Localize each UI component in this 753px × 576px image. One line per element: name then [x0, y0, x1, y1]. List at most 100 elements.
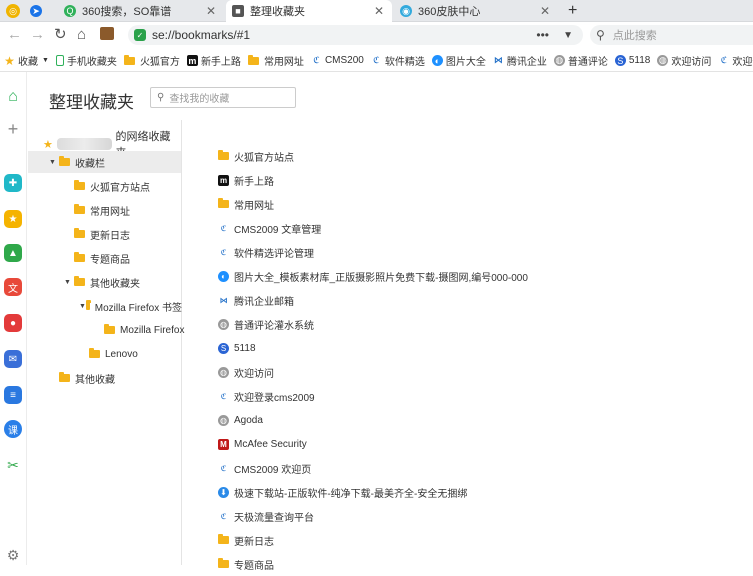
app-cross-icon[interactable]: ✚	[4, 174, 22, 192]
notes-icon[interactable]: ≡	[4, 386, 22, 404]
tree-node-favorites-bar[interactable]: ▼ 收藏栏	[28, 151, 181, 173]
bookmark-item[interactable]: 手机收藏夹	[55, 53, 117, 68]
translate-icon[interactable]: 文	[4, 278, 22, 296]
bookmark-item[interactable]: ◐ 图片大全	[431, 53, 486, 68]
side-panel: ⌂ + ✚ ★ ▲ 文 ● ✉ ≡ 课 ✂ ⚙	[0, 72, 27, 565]
chevron-down-icon[interactable]: ▼	[563, 30, 573, 41]
reload-icon[interactable]: ↻	[54, 26, 67, 44]
search-box[interactable]: ⚲ 点此搜索	[590, 25, 753, 45]
bookmark-item[interactable]: ℭ CMS200	[311, 55, 364, 66]
add-icon[interactable]: +	[4, 119, 22, 139]
expand-arrow-icon[interactable]: ▼	[64, 279, 74, 286]
tab-browser[interactable]: ◎ ➤	[0, 0, 52, 22]
tree-node[interactable]: 专题商品	[74, 247, 130, 269]
tree-node[interactable]: 其他收藏	[59, 367, 115, 389]
more-icon[interactable]: •••	[536, 28, 549, 42]
tree-node[interactable]: Lenovo	[89, 343, 138, 365]
tree-node-other-favorites[interactable]: ▼ 其他收藏夹	[64, 271, 140, 293]
list-item[interactable]: ⋈ 腾讯企业邮箱	[218, 288, 295, 312]
bookmark-item[interactable]: ◍ 普通评论	[553, 53, 608, 68]
bookmark-label: CMS200	[324, 55, 364, 66]
list-item[interactable]: ℭ 软件精选评论管理	[218, 240, 314, 264]
bookmark-item[interactable]: ℭ 欢迎登录	[718, 53, 753, 68]
list-item-label: 欢迎登录cms2009	[234, 392, 315, 404]
address-url[interactable]: se://bookmarks/#1	[152, 28, 250, 42]
bookmarks-bar: ★ 收藏 ▼ 手机收藏夹 火狐官方 m 新手上路 常用网址 ℭ CMS200 ℭ…	[0, 50, 753, 72]
tree-node[interactable]: 火狐官方站点	[74, 175, 150, 197]
list-item-label: 天极流量查询平台	[234, 512, 314, 524]
globe-icon: ◍	[657, 55, 669, 66]
list-item[interactable]: ◐ 图片大全_模板素材库_正版摄影照片免费下载-摄图网,编号000-000	[218, 264, 528, 288]
home-icon[interactable]: ⌂	[77, 26, 86, 44]
list-item[interactable]: ℭ 天极流量查询平台	[218, 504, 314, 528]
list-item[interactable]: 专题商品	[218, 552, 274, 576]
folder-icon	[59, 372, 70, 382]
globe-icon: ◍	[553, 55, 565, 66]
list-item-label: McAfee Security	[234, 438, 307, 450]
tree-node[interactable]: 更新日志	[74, 223, 130, 245]
tree-node[interactable]: 常用网址	[74, 199, 130, 221]
expand-arrow-icon[interactable]: ▼	[79, 303, 86, 310]
new-tab-button[interactable]: +	[562, 0, 582, 22]
record-icon[interactable]: ●	[4, 314, 22, 332]
list-item[interactable]: ◍ Agoda	[218, 408, 263, 432]
tab-360search[interactable]: Q 360搜索，SO靠谱 ✕	[58, 0, 224, 22]
list-item[interactable]: ◍ 普通评论灌水系统	[218, 312, 314, 336]
list-item[interactable]: ℭ CMS2009 文章管理	[218, 216, 322, 240]
back-icon[interactable]: ←	[7, 26, 22, 44]
bookmark-item[interactable]: ◍ 欢迎访问	[657, 53, 711, 68]
list-item-label: 新手上路	[234, 176, 274, 188]
cms-icon: ℭ	[220, 391, 227, 401]
tab-label: 360搜索，SO靠谱	[82, 6, 172, 18]
list-item[interactable]: 火狐官方站点	[218, 144, 294, 168]
cms-icon: ℭ	[720, 55, 728, 65]
bookmark-item[interactable]: ℭ 软件精选	[371, 53, 425, 68]
list-item[interactable]: ⬇ 极速下载站-正版软件-纯净下载-最美齐全-安全无捆绑	[218, 480, 467, 504]
expand-arrow-icon[interactable]: ▼	[49, 159, 59, 166]
bookmark-item[interactable]: ★ 收藏 ▼	[4, 53, 49, 69]
tab-skin[interactable]: ◉ 360皮肤中心 ✕	[394, 0, 558, 22]
folder-icon	[85, 300, 91, 310]
address-bar[interactable]: ✓ se://bookmarks/#1 ••• ▼	[128, 25, 583, 45]
list-item[interactable]: ◍ 欢迎访问	[218, 360, 274, 384]
mail-icon[interactable]: ✉	[4, 350, 22, 368]
bookmark-item[interactable]: m 新手上路	[186, 53, 241, 68]
tree-node-label: 常用网址	[90, 206, 130, 218]
home-icon[interactable]: ⌂	[4, 88, 22, 106]
course-icon[interactable]: 课	[4, 420, 22, 438]
folder-icon	[123, 54, 135, 65]
list-item-label: CMS2009 欢迎页	[234, 464, 312, 476]
image-icon[interactable]: ▲	[4, 244, 22, 262]
globe-icon: ◍	[218, 414, 229, 426]
list-item[interactable]: 更新日志	[218, 528, 274, 552]
tree-node[interactable]: Mozilla Firefox	[104, 319, 184, 341]
bookmark-item[interactable]: 火狐官方	[123, 53, 180, 68]
list-item-label: 腾讯企业邮箱	[234, 296, 294, 308]
bookmark-label: 欢迎登录	[732, 57, 753, 68]
close-icon[interactable]: ✕	[374, 4, 384, 18]
gear-icon[interactable]: ⚙	[4, 546, 22, 564]
page-title: 整理收藏夹	[49, 93, 134, 112]
tree-node-firefox-bookmarks[interactable]: ▼ Mozilla Firefox 书签	[79, 295, 182, 317]
bookmark-label: 新手上路	[200, 57, 241, 68]
list-item[interactable]: m 新手上路	[218, 168, 274, 192]
list-item[interactable]: S 5118	[218, 336, 256, 360]
bookmark-item[interactable]: S 5118	[614, 55, 650, 66]
folder-icon	[74, 204, 85, 214]
list-item[interactable]: M McAfee Security	[218, 432, 307, 456]
favorites-star-icon[interactable]: ★	[4, 210, 22, 228]
list-item[interactable]: ℭ 欢迎登录cms2009	[218, 384, 315, 408]
photo-icon: ◐	[431, 55, 443, 66]
close-icon[interactable]: ✕	[540, 4, 550, 18]
forward-icon[interactable]: →	[30, 26, 45, 44]
tab-bookmarks[interactable]: ■ 整理收藏夹 ✕	[226, 0, 392, 22]
close-icon[interactable]: ✕	[206, 4, 216, 18]
tencent-icon: ⋈	[219, 295, 228, 305]
briefcase-icon[interactable]	[100, 27, 114, 40]
bookmark-item[interactable]: 常用网址	[247, 53, 304, 68]
bookmark-item[interactable]: ⋈ 腾讯企业	[493, 53, 547, 68]
bookmark-search-input[interactable]: ⚲ 查找我的收藏	[150, 87, 296, 108]
list-item[interactable]: 常用网址	[218, 192, 274, 216]
scissors-icon[interactable]: ✂	[4, 456, 22, 474]
list-item[interactable]: ℭ CMS2009 欢迎页	[218, 456, 312, 480]
